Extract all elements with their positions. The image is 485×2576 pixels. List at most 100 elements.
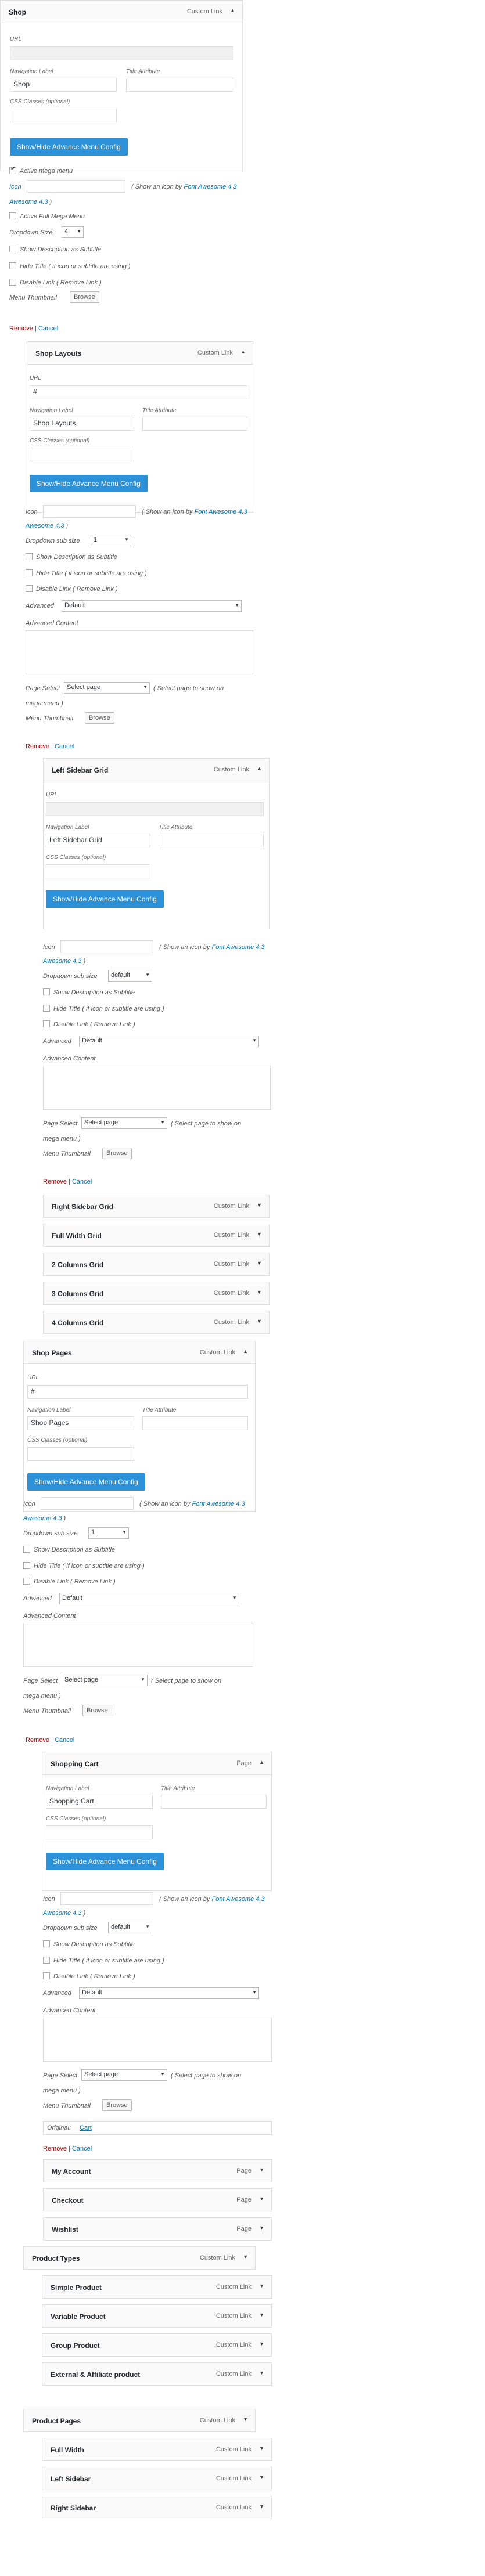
dropdown-sub-size-select[interactable]: default ▼: [108, 1922, 152, 1933]
expand-arrow-icon[interactable]: ▼: [259, 2341, 264, 2347]
browse-button[interactable]: Browse: [82, 1705, 112, 1716]
css-classes-input[interactable]: [30, 448, 134, 461]
expand-arrow-icon[interactable]: ▼: [259, 2503, 264, 2509]
active-mega-menu-checkbox[interactable]: Active mega menu: [9, 166, 73, 175]
page-select[interactable]: Select page ▼: [81, 1117, 167, 1129]
hide-title-checkbox[interactable]: Hide Title ( if icon or subtitle are usi…: [23, 1562, 145, 1570]
show-description-checkbox[interactable]: Show Description as Subtitle: [26, 553, 117, 561]
menu-item-bar[interactable]: Shop Custom Link ▲: [0, 0, 243, 23]
hide-title-checkbox[interactable]: Hide Title ( if icon or subtitle are usi…: [9, 262, 131, 270]
remove-link[interactable]: Remove: [43, 2145, 67, 2152]
css-classes-input[interactable]: [27, 1447, 134, 1461]
url-input[interactable]: [10, 46, 233, 60]
nav-label-input[interactable]: Shopping Cart: [46, 1795, 153, 1809]
menu-item-bar[interactable]: Shop Layouts Custom Link ▲: [27, 341, 253, 365]
dropdown-sub-size-select[interactable]: default ▼: [108, 970, 152, 982]
dropdown-sub-size-select[interactable]: 1 ▼: [91, 535, 131, 546]
dropdown-size-select[interactable]: 4 ▼: [62, 226, 84, 238]
title-attribute-input[interactable]: [126, 78, 233, 92]
menu-item-simple-product[interactable]: Simple Product Custom Link ▼: [42, 2275, 272, 2299]
menu-item-bar[interactable]: Shopping Cart Page ▲: [42, 1752, 272, 1775]
collapse-arrow-icon[interactable]: ▲: [259, 1759, 264, 1765]
show-description-checkbox[interactable]: Show Description as Subtitle: [43, 988, 135, 996]
disable-link-checkbox[interactable]: Disable Link ( Remove Link ): [26, 585, 118, 593]
expand-arrow-icon[interactable]: ▼: [259, 2225, 264, 2231]
cancel-link[interactable]: Cancel: [72, 1178, 92, 1185]
font-awesome-link[interactable]: Font Awesome 4.3: [192, 1500, 245, 1507]
remove-link[interactable]: Remove: [26, 1737, 49, 1744]
icon-input[interactable]: [27, 180, 125, 193]
advance-menu-config-button[interactable]: Show/Hide Advance Menu Config: [46, 1853, 164, 1870]
expand-arrow-icon[interactable]: ▼: [259, 2196, 264, 2202]
title-attribute-input[interactable]: [161, 1795, 267, 1809]
menu-item-3-columns-grid[interactable]: 3 Columns Grid Custom Link ▼: [43, 1282, 270, 1305]
menu-item-left-sidebar[interactable]: Left Sidebar Custom Link ▼: [42, 2467, 272, 2490]
expand-arrow-icon[interactable]: ▼: [259, 2445, 264, 2451]
menu-item-checkout[interactable]: Checkout Page ▼: [43, 2188, 272, 2211]
icon-input[interactable]: [60, 940, 153, 953]
hide-title-checkbox[interactable]: Hide Title ( if icon or subtitle are usi…: [26, 569, 147, 577]
expand-arrow-icon[interactable]: ▼: [257, 1289, 262, 1295]
dropdown-sub-size-select[interactable]: 1 ▼: [88, 1527, 129, 1539]
menu-item-full-width[interactable]: Full Width Custom Link ▼: [42, 2438, 272, 2461]
collapse-arrow-icon[interactable]: ▲: [240, 349, 246, 355]
expand-arrow-icon[interactable]: ▼: [257, 1202, 262, 1208]
font-awesome-link[interactable]: Font Awesome 4.3: [212, 1896, 265, 1903]
menu-item-right-sidebar[interactable]: Right Sidebar Custom Link ▼: [42, 2496, 272, 2519]
title-attribute-input[interactable]: [142, 417, 247, 431]
menu-item-4-columns-grid[interactable]: 4 Columns Grid Custom Link ▼: [43, 1311, 270, 1334]
font-awesome-link[interactable]: Font Awesome 4.3: [212, 944, 265, 951]
menu-item-bar[interactable]: Left Sidebar Grid Custom Link ▲: [43, 758, 270, 781]
font-awesome-link[interactable]: Font Awesome 4.3: [184, 183, 237, 190]
hide-title-checkbox[interactable]: Hide Title ( if icon or subtitle are usi…: [43, 1005, 164, 1012]
browse-button[interactable]: Browse: [70, 291, 99, 303]
menu-item-group-product[interactable]: Group Product Custom Link ▼: [42, 2333, 272, 2357]
cancel-link[interactable]: Cancel: [55, 743, 74, 750]
remove-link[interactable]: Remove: [26, 743, 49, 750]
original-link[interactable]: Cart: [80, 2124, 92, 2131]
menu-item-bar[interactable]: Shop Pages Custom Link ▲: [23, 1341, 256, 1364]
disable-link-checkbox[interactable]: Disable Link ( Remove Link ): [43, 1972, 135, 1980]
browse-button[interactable]: Browse: [85, 712, 114, 724]
advanced-select[interactable]: Default ▼: [62, 600, 242, 612]
advance-menu-config-button[interactable]: Show/Hide Advance Menu Config: [46, 890, 164, 908]
active-full-mega-menu-checkbox[interactable]: Active Full Mega Menu: [9, 212, 85, 220]
expand-arrow-icon[interactable]: ▼: [257, 1318, 262, 1324]
css-classes-input[interactable]: [46, 1825, 153, 1839]
cancel-link[interactable]: Cancel: [55, 1737, 74, 1744]
advance-menu-config-button[interactable]: Show/Hide Advance Menu Config: [10, 138, 128, 156]
advanced-select[interactable]: Default ▼: [79, 1036, 259, 1047]
advance-menu-config-button[interactable]: Show/Hide Advance Menu Config: [30, 475, 148, 492]
title-attribute-input[interactable]: [159, 834, 264, 847]
expand-arrow-icon[interactable]: ▼: [243, 2416, 248, 2422]
advanced-content-textarea[interactable]: [26, 630, 253, 674]
font-awesome-link-cont[interactable]: Awesome 4.3 ): [43, 1910, 85, 1917]
menu-item-external-affiliate-product[interactable]: External & Affiliate product Custom Link…: [42, 2362, 272, 2386]
css-classes-input[interactable]: [46, 864, 150, 878]
nav-label-input[interactable]: Shop Pages: [27, 1416, 134, 1430]
show-description-checkbox[interactable]: Show Description as Subtitle: [23, 1546, 115, 1553]
nav-label-input[interactable]: Left Sidebar Grid: [46, 834, 150, 847]
menu-item-my-account[interactable]: My Account Page ▼: [43, 2159, 272, 2182]
expand-arrow-icon[interactable]: ▼: [259, 2283, 264, 2289]
advanced-content-textarea[interactable]: [23, 1623, 253, 1667]
menu-item-product-types[interactable]: Product Types Custom Link ▼: [23, 2246, 256, 2270]
disable-link-checkbox[interactable]: Disable Link ( Remove Link ): [23, 1578, 116, 1585]
icon-input[interactable]: [43, 505, 136, 518]
expand-arrow-icon[interactable]: ▼: [259, 2474, 264, 2480]
advance-menu-config-button[interactable]: Show/Hide Advance Menu Config: [27, 1473, 145, 1491]
collapse-arrow-icon[interactable]: ▲: [243, 1348, 248, 1354]
collapse-arrow-icon[interactable]: ▲: [257, 766, 262, 771]
cancel-link[interactable]: Cancel: [38, 325, 58, 332]
advanced-content-textarea[interactable]: [43, 1066, 271, 1110]
page-select[interactable]: Select page ▼: [64, 682, 150, 694]
expand-arrow-icon[interactable]: ▼: [259, 2167, 264, 2173]
font-awesome-link[interactable]: Font Awesome 4.3: [195, 508, 247, 515]
page-select[interactable]: Select page ▼: [81, 2069, 167, 2081]
advanced-select[interactable]: Default ▼: [79, 1987, 259, 1999]
css-classes-input[interactable]: [10, 109, 117, 122]
nav-label-input[interactable]: Shop: [10, 78, 117, 92]
disable-link-checkbox[interactable]: Disable Link ( Remove Link ): [43, 1020, 135, 1028]
expand-arrow-icon[interactable]: ▼: [257, 1260, 262, 1266]
font-awesome-link-cont[interactable]: Awesome 4.3 ): [26, 522, 68, 529]
